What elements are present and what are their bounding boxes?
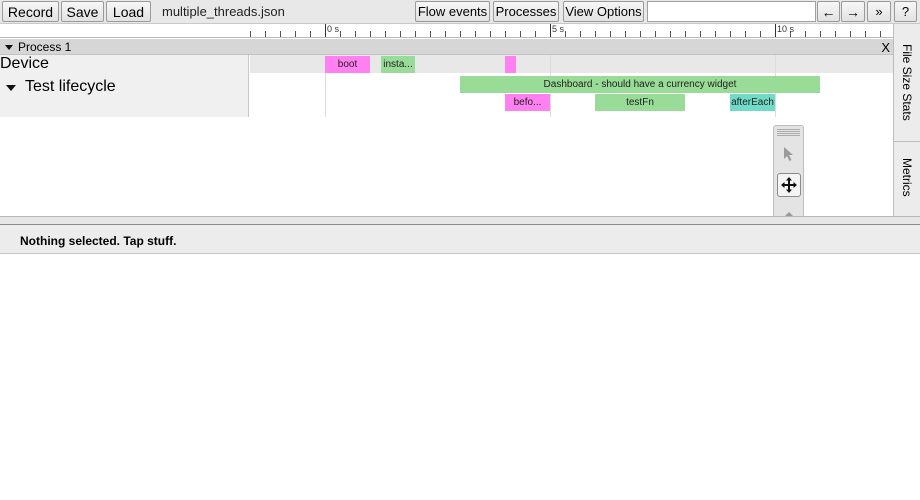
- ruler-minor-tick: [535, 31, 536, 37]
- ruler-minor-tick: [310, 31, 311, 37]
- ruler-minor-tick: [385, 31, 386, 37]
- side-panel-tabs: File Size Stats Metrics: [893, 24, 920, 216]
- time-ruler[interactable]: 0 s 5 s 10 s: [0, 24, 893, 38]
- ruler-minor-tick: [820, 31, 821, 37]
- trace-slice[interactable]: boot: [325, 56, 370, 73]
- trace-slice[interactable]: [505, 56, 516, 73]
- record-button[interactable]: Record: [2, 1, 59, 22]
- thread-name: Test lifecycle: [25, 78, 116, 95]
- ruler-minor-tick: [265, 31, 266, 37]
- ruler-minor-tick: [430, 31, 431, 37]
- analysis-panel: [0, 254, 920, 500]
- ruler-minor-tick: [865, 31, 866, 37]
- zoom-tool[interactable]: [777, 204, 801, 216]
- ruler-minor-tick: [685, 31, 686, 37]
- flow-events-button[interactable]: Flow events: [415, 1, 490, 22]
- ruler-major-tick: [550, 24, 551, 37]
- ruler-minor-tick: [250, 31, 251, 37]
- process-title: Process 1: [18, 40, 72, 54]
- ruler-minor-tick: [340, 31, 341, 37]
- ruler-minor-tick: [475, 31, 476, 37]
- tab-label: File Size Stats: [900, 44, 914, 121]
- ruler-minor-tick: [415, 31, 416, 37]
- thread-name: Device: [0, 55, 49, 72]
- ruler-tick-label: 5 s: [552, 24, 565, 34]
- ruler-minor-tick: [565, 31, 566, 37]
- ruler-major-tick: [775, 24, 776, 37]
- ruler-minor-tick: [400, 31, 401, 37]
- ruler-tick-label: 0 s: [327, 24, 340, 34]
- ruler-minor-tick: [805, 31, 806, 37]
- analysis-panel-header: Nothing selected. Tap stuff.: [0, 225, 920, 254]
- panel-resize-handle[interactable]: [0, 216, 920, 225]
- ruler-minor-tick: [490, 31, 491, 37]
- toolbar: Record Save Load multiple_threads.json F…: [0, 0, 920, 24]
- load-button[interactable]: Load: [106, 1, 151, 22]
- tab-label: Metrics: [900, 157, 914, 197]
- ruler-minor-tick: [655, 31, 656, 37]
- ruler-minor-tick: [730, 31, 731, 37]
- search-input[interactable]: [647, 1, 816, 22]
- ruler-minor-tick: [460, 31, 461, 37]
- collapse-triangle-icon[interactable]: [6, 85, 16, 91]
- ruler-minor-tick: [625, 31, 626, 37]
- tab-file-size-stats[interactable]: File Size Stats: [894, 24, 920, 142]
- selection-tool[interactable]: [777, 142, 801, 166]
- trace-slice[interactable]: Dashboard - should have a currency widge…: [460, 76, 820, 93]
- process-header[interactable]: Process 1 X: [0, 39, 893, 55]
- ruler-minor-tick: [610, 31, 611, 37]
- ruler-minor-tick: [700, 31, 701, 37]
- find-next-button[interactable]: →: [841, 1, 865, 22]
- ruler-minor-tick: [580, 31, 581, 37]
- ruler-minor-tick: [445, 31, 446, 37]
- trace-slice[interactable]: testFn: [595, 94, 685, 111]
- ruler-minor-tick: [355, 31, 356, 37]
- pointer-icon: [784, 147, 793, 161]
- ruler-minor-tick: [835, 31, 836, 37]
- selection-status-text: Nothing selected. Tap stuff.: [20, 234, 177, 248]
- ruler-minor-tick: [760, 31, 761, 37]
- ruler-minor-tick: [520, 31, 521, 37]
- ruler-minor-tick: [745, 31, 746, 37]
- ruler-minor-tick: [880, 31, 881, 37]
- ruler-minor-tick: [640, 31, 641, 37]
- mouse-mode-selector[interactable]: [773, 125, 804, 216]
- ruler-minor-tick: [850, 31, 851, 37]
- drag-handle[interactable]: [777, 129, 800, 136]
- tab-metrics[interactable]: Metrics: [894, 142, 920, 212]
- trace-slice[interactable]: insta...: [381, 56, 415, 73]
- trace-filename: multiple_threads.json: [162, 4, 285, 19]
- save-button[interactable]: Save: [61, 1, 104, 22]
- ruler-minor-tick: [505, 31, 506, 37]
- collapse-triangle-icon[interactable]: [5, 45, 13, 50]
- ruler-minor-tick: [370, 31, 371, 37]
- processes-button[interactable]: Processes: [493, 1, 559, 22]
- view-options-button[interactable]: View Options: [563, 1, 644, 22]
- ruler-minor-tick: [715, 31, 716, 37]
- ruler-minor-tick: [280, 31, 281, 37]
- ruler-minor-tick: [670, 31, 671, 37]
- ruler-minor-tick: [595, 31, 596, 37]
- pan-arrows-icon: [781, 177, 797, 193]
- timeline-view[interactable]: 0 s 5 s 10 s Process 1 X Device Test lifec…: [0, 24, 893, 216]
- close-process-button[interactable]: X: [881, 40, 890, 55]
- thread-label-device[interactable]: Device: [0, 55, 249, 73]
- pan-tool[interactable]: [777, 173, 801, 197]
- expand-button[interactable]: »: [867, 1, 891, 22]
- thread-label-test-lifecycle[interactable]: Test lifecycle: [0, 73, 249, 117]
- find-previous-button[interactable]: ←: [817, 1, 840, 22]
- ruler-minor-tick: [295, 31, 296, 37]
- ruler-tick-label: 10 s: [777, 24, 795, 34]
- trace-slice[interactable]: befo...: [505, 94, 550, 111]
- trace-slice[interactable]: afterEach: [730, 94, 775, 111]
- help-button[interactable]: ?: [894, 1, 917, 22]
- ruler-major-tick: [325, 24, 326, 37]
